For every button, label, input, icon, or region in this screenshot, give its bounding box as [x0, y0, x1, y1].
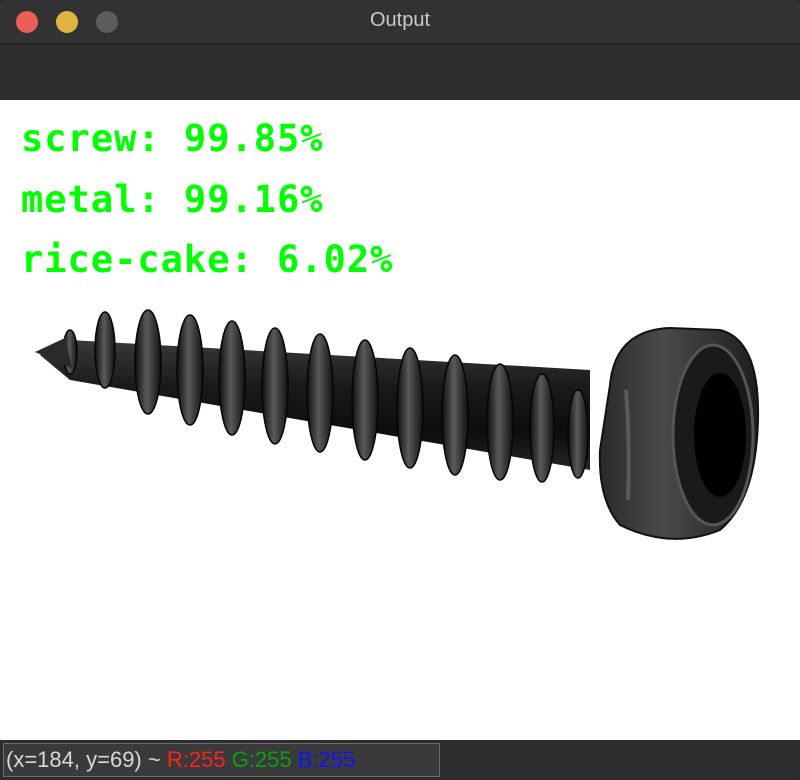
screw-image: [35, 309, 760, 540]
blue-value: B:255: [297, 747, 356, 772]
window-title: Output: [369, 9, 431, 31]
red-value: R:255: [166, 747, 226, 772]
image-canvas[interactable]: screw: 99.85% metal: 99.16% rice-cake: 6…: [0, 100, 800, 740]
status-bar: (x=184, y=69) ~ R:255 G:255 B:255: [0, 740, 800, 780]
title-bar[interactable]: Output: [0, 0, 800, 44]
prediction-label-metal: metal: 99.16%: [21, 178, 324, 221]
toolbar-area: [0, 44, 800, 100]
pixel-info-readout: (x=184, y=69) ~ R:255 G:255 B:255: [3, 743, 440, 777]
prediction-label-rice-cake: rice-cake: 6.02%: [21, 238, 394, 281]
green-value: G:255: [231, 747, 292, 772]
prediction-label-screw: screw: 99.85%: [21, 117, 324, 160]
output-window: Output screw: 99.85% metal: 99.16% rice-…: [0, 0, 800, 780]
cursor-coordinates: (x=184, y=69) ~: [6, 747, 161, 772]
